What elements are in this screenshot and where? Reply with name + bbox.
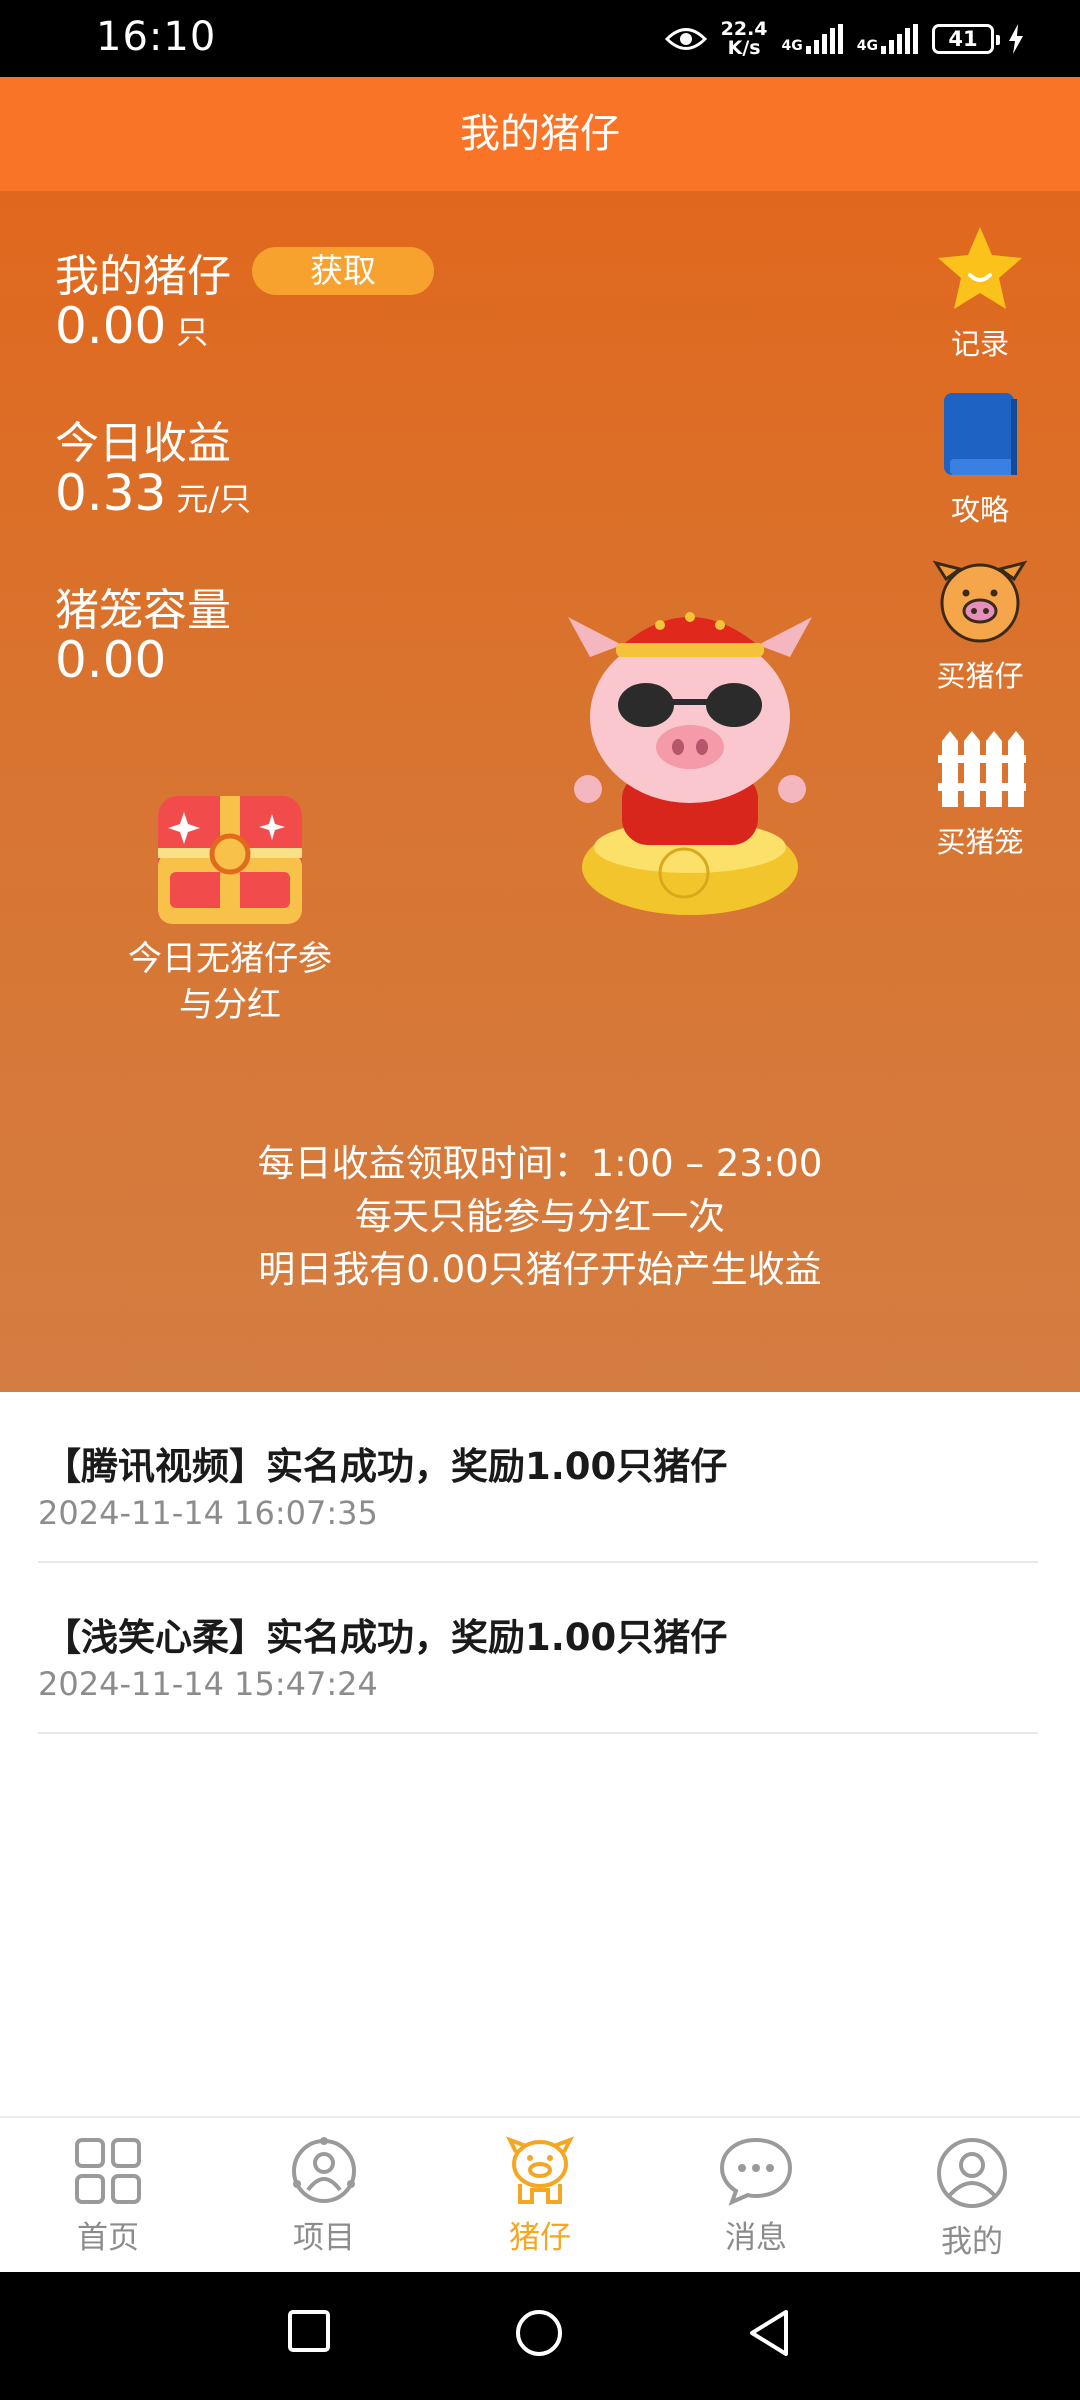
- list-item: 【腾讯视频】实名成功，奖励1.00只猪仔 2024-11-14 16:07:35: [38, 1392, 1038, 1563]
- bottom-tab-bar: 首页 项目 猪仔 消息 我的: [0, 2116, 1080, 2272]
- my-pigs-value: 0.00 只: [55, 297, 209, 355]
- buy-cage-button[interactable]: 买猪笼: [928, 721, 1032, 861]
- today-earnings-label: 今日收益: [55, 418, 231, 469]
- tab-me[interactable]: 我的: [864, 2118, 1080, 2272]
- pig-summary-panel: 我的猪仔 我的猪仔 获取 0.00 只 今日收益 0.33 元/只 猪笼容量 0.0…: [0, 77, 1080, 1392]
- system-nav-bar: [0, 2272, 1080, 2400]
- eye-icon: [664, 28, 707, 50]
- dividend-chest[interactable]: 今日无猪仔参 与分红: [100, 792, 360, 1028]
- recents-icon[interactable]: [286, 2308, 332, 2354]
- pig-icon: [505, 2136, 575, 2204]
- signal-sim2-icon: 4G: [857, 24, 918, 54]
- network-speed: 22.4 K/s: [720, 18, 768, 59]
- pig-face-icon: [932, 560, 1028, 643]
- feed-time: 2024-11-14 15:47:24: [38, 1665, 378, 1703]
- my-pigs-label: 我的猪仔: [55, 251, 231, 302]
- status-bar: 16:10 22.4 K/s 4G 4G 41: [0, 0, 1080, 77]
- page-title: 我的猪仔: [0, 77, 1080, 191]
- star-icon: [938, 227, 1022, 309]
- buy-pig-button[interactable]: 买猪仔: [928, 555, 1032, 695]
- tab-messages[interactable]: 消息: [648, 2118, 864, 2272]
- people-icon: [292, 2137, 356, 2203]
- guide-button[interactable]: 攻略: [928, 389, 1032, 529]
- grid-icon: [75, 2138, 141, 2204]
- feed-time: 2024-11-14 16:07:35: [38, 1494, 378, 1532]
- feed-title: 【浅笑心柔】实名成功，奖励1.00只猪仔: [44, 1616, 728, 1659]
- cage-capacity-label: 猪笼容量: [55, 585, 231, 636]
- record-button[interactable]: 记录: [928, 223, 1032, 363]
- status-indicators: 22.4 K/s 4G 4G 41: [664, 12, 1024, 66]
- cage-capacity-value: 0.00: [55, 631, 167, 689]
- chat-icon: [719, 2137, 793, 2206]
- tab-projects[interactable]: 项目: [216, 2118, 432, 2272]
- earnings-notice: 每日收益领取时间：1:00 – 23:00 每天只能参与分红一次 明日我有0.0…: [257, 1142, 823, 1291]
- back-icon[interactable]: [746, 2308, 792, 2358]
- tab-pigs[interactable]: 猪仔: [432, 2118, 648, 2272]
- today-earnings-value: 0.33 元/只: [55, 464, 252, 522]
- battery-icon: 41: [932, 24, 1000, 54]
- signal-sim1-icon: 4G: [782, 24, 843, 54]
- treasure-chest-icon: [158, 796, 302, 924]
- get-pigs-button[interactable]: 获取: [252, 247, 434, 295]
- feed-title: 【腾讯视频】实名成功，奖励1.00只猪仔: [44, 1445, 728, 1488]
- pig-mascot-image: [568, 612, 812, 915]
- reward-feed: 【腾讯视频】实名成功，奖励1.00只猪仔 2024-11-14 16:07:35…: [38, 1392, 1038, 1734]
- status-time: 16:10: [96, 14, 217, 60]
- fence-icon: [938, 731, 1026, 807]
- user-icon: [937, 2138, 1007, 2208]
- list-item: 【浅笑心柔】实名成功，奖励1.00只猪仔 2024-11-14 15:47:24: [38, 1563, 1038, 1734]
- tab-home[interactable]: 首页: [0, 2118, 216, 2272]
- home-circle-icon[interactable]: [514, 2308, 564, 2358]
- charging-icon: [1009, 24, 1023, 54]
- book-icon: [944, 393, 1017, 475]
